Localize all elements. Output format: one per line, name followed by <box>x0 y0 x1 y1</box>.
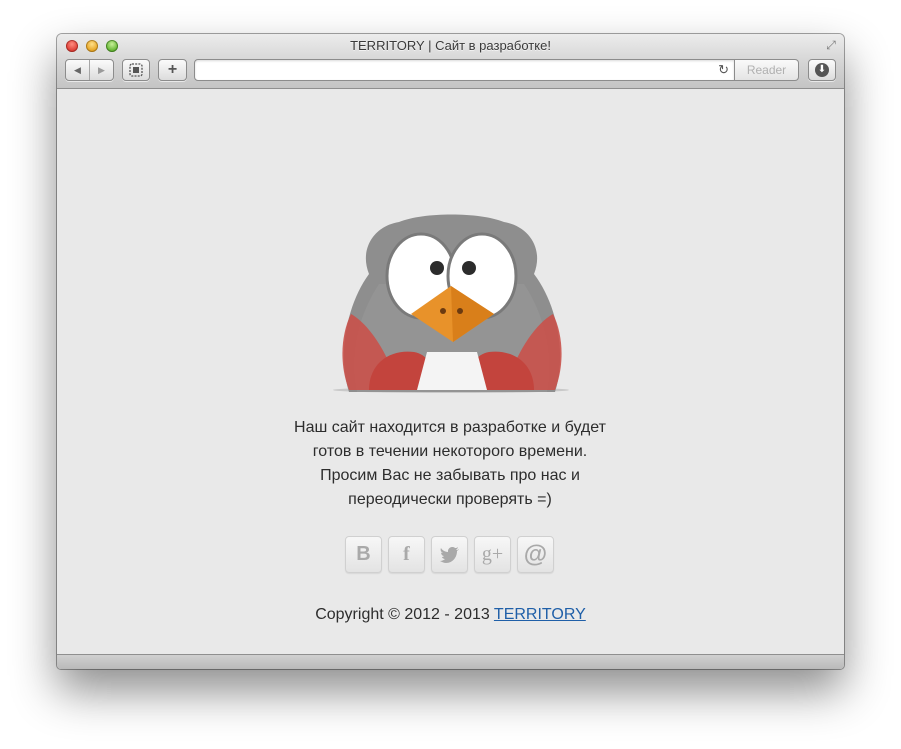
window-title: TERRITORY | Сайт в разработке! <box>350 38 551 53</box>
download-icon: ⬇ <box>815 63 829 77</box>
new-tab-button[interactable]: + <box>158 59 187 81</box>
tab-overview-icon <box>129 63 143 77</box>
facebook-icon: f <box>403 543 410 565</box>
message-line: Наш сайт находится в разработке и будет <box>294 419 606 436</box>
status-bar <box>57 654 844 669</box>
google-plus-button[interactable]: g+ <box>474 536 511 573</box>
title-bar: TERRITORY | Сайт в разработке! ⤢ ◀ ▶ + ↻… <box>57 34 844 89</box>
vk-button[interactable]: B <box>345 536 382 573</box>
message-line: переодически проверять =) <box>348 491 552 508</box>
email-button[interactable]: @ <box>517 536 554 573</box>
territory-link[interactable]: TERRITORY <box>494 606 586 623</box>
vk-icon: B <box>356 543 371 565</box>
fullscreen-icon[interactable]: ⤢ <box>824 38 838 52</box>
tab-overview-button[interactable] <box>122 59 150 81</box>
message-line: Просим Вас не забывать про нас и <box>320 467 580 484</box>
twitter-icon <box>439 547 459 563</box>
reader-button[interactable]: Reader <box>735 59 799 81</box>
forward-button[interactable]: ▶ <box>90 60 113 80</box>
message-line: готов в течении некоторого времени. <box>312 443 588 460</box>
page-content: Наш сайт находится в разработке и будет … <box>57 89 844 654</box>
browser-window: TERRITORY | Сайт в разработке! ⤢ ◀ ▶ + ↻… <box>57 34 844 669</box>
back-forward-group: ◀ ▶ <box>65 59 114 81</box>
facebook-button[interactable]: f <box>388 536 425 573</box>
downloads-button[interactable]: ⬇ <box>808 59 836 81</box>
development-message: Наш сайт находится в разработке и будет … <box>250 416 650 512</box>
reload-icon[interactable]: ↻ <box>718 60 729 80</box>
twitter-button[interactable] <box>431 536 468 573</box>
address-bar[interactable]: ↻ <box>194 59 735 81</box>
email-icon: @ <box>523 541 548 568</box>
forward-arrow-icon: ▶ <box>98 65 105 75</box>
copyright-prefix: Copyright © 2012 - 2013 <box>315 606 494 623</box>
back-arrow-icon: ◀ <box>74 65 81 75</box>
back-button[interactable]: ◀ <box>66 60 90 80</box>
penguin-mascot <box>333 214 569 393</box>
copyright-text: Copyright © 2012 - 2013 TERRITORY <box>57 606 844 624</box>
google-plus-icon: g+ <box>481 543 504 565</box>
